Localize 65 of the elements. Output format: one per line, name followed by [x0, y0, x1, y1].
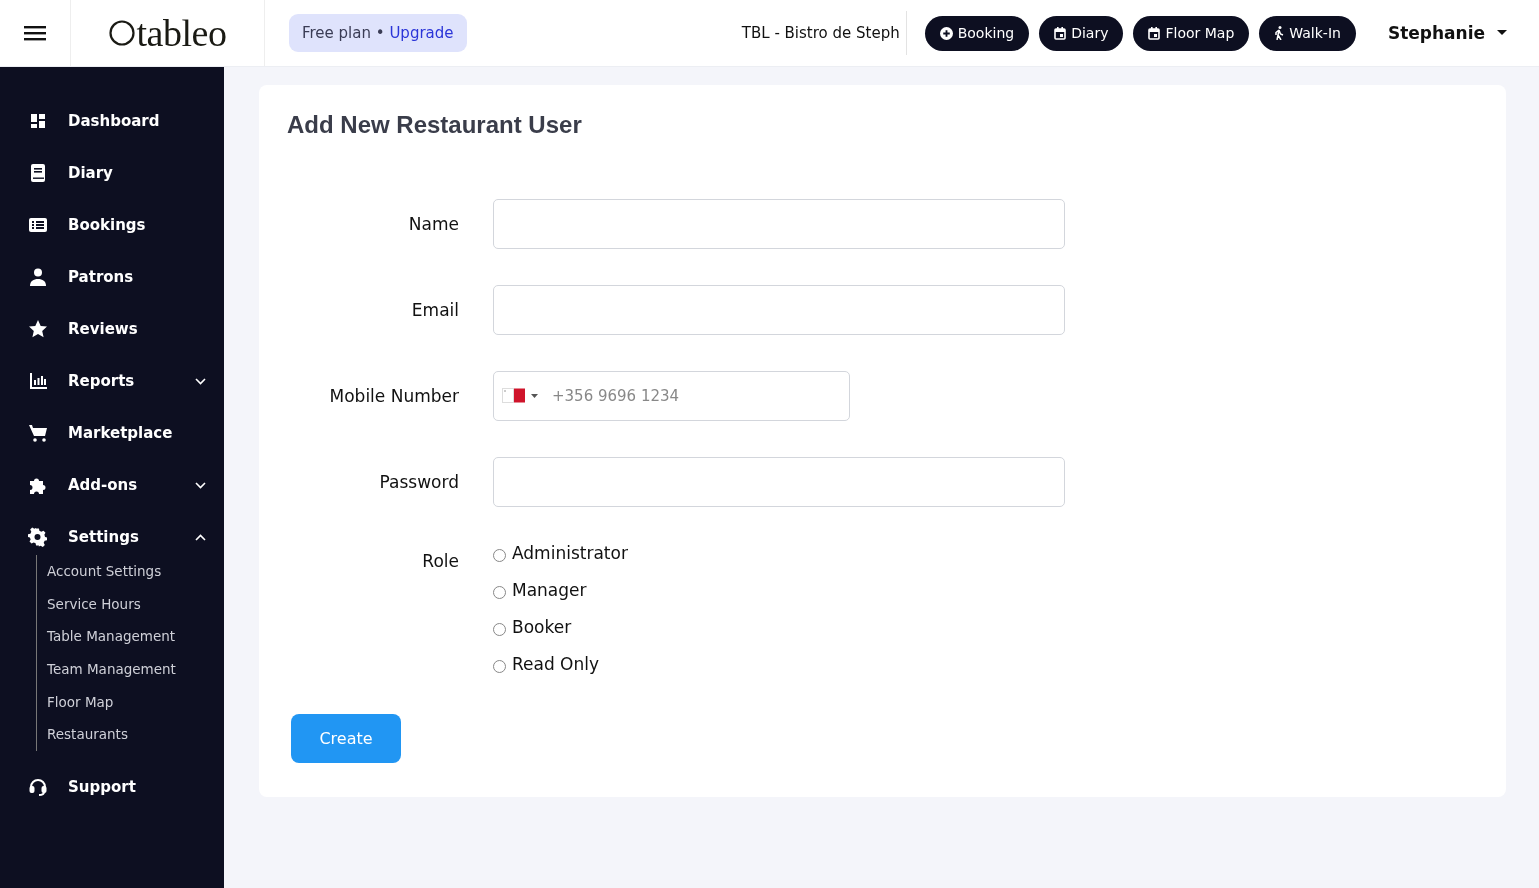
field-label: Password: [378, 472, 459, 492]
radio-label: Administrator: [512, 543, 628, 563]
action-button[interactable]: Floor Map: [1133, 15, 1250, 51]
user-menu[interactable]: Stephanie: [1381, 22, 1513, 44]
restaurant-name[interactable]: TBL - Bistro de Steph: [741, 11, 907, 55]
sidebar-label: Support: [68, 777, 137, 796]
logo-ring-icon: [108, 20, 135, 46]
calendar-icon: [1148, 26, 1161, 40]
field-label: Email: [410, 300, 459, 320]
plan-label: Free plan •: [302, 24, 385, 42]
sidebar-label: Settings: [68, 528, 140, 546]
sidebar-item[interactable]: Support: [0, 760, 224, 813]
headset-icon: [28, 776, 48, 797]
submenu-item[interactable]: Restaurants: [47, 717, 224, 751]
person-icon: [28, 267, 48, 287]
sidebar-label: Bookings: [68, 216, 147, 234]
sidebar-label: Reports: [68, 372, 136, 390]
action-button[interactable]: Booking: [924, 15, 1030, 51]
list-icon: [28, 215, 48, 235]
sidebar-label: Reviews: [68, 320, 139, 338]
page-title: Add New Restaurant User: [287, 111, 583, 139]
input-field[interactable]: [493, 285, 1065, 335]
book-icon: [28, 163, 48, 183]
sidebar-item[interactable]: Bookings: [0, 199, 224, 251]
phone-field[interactable]: +356 9696 1234: [493, 371, 850, 421]
input-field[interactable]: [493, 457, 1065, 507]
flag-icon[interactable]: [502, 388, 526, 403]
field-label: Mobile Number: [328, 386, 459, 406]
sidebar-label: Diary: [68, 164, 114, 182]
bar-chart-icon: [28, 371, 48, 391]
sidebar-item[interactable]: Diary: [0, 147, 224, 199]
submenu-item[interactable]: Table Management: [47, 620, 224, 653]
caret-icon: [1497, 30, 1507, 36]
submenu-item[interactable]: Floor Map: [47, 685, 224, 718]
logo[interactable]: tableo: [136, 11, 227, 55]
sidebar-item[interactable]: Marketplace: [0, 407, 224, 459]
star-icon: [28, 319, 48, 339]
cart-icon: [28, 423, 48, 443]
walking-person-icon: [1274, 26, 1285, 40]
action-button[interactable]: Walk-In: [1259, 15, 1356, 51]
upgrade-link[interactable]: Upgrade: [389, 24, 454, 42]
sidebar-label: Marketplace: [68, 424, 174, 442]
radio-label: Manager: [512, 580, 587, 600]
submenu-item[interactable]: Team Management: [47, 652, 224, 686]
calendar-icon: [1054, 26, 1067, 40]
sidebar-item[interactable]: Reports: [0, 355, 224, 407]
caret-icon: [531, 393, 538, 398]
sidebar-item[interactable]: Add-ons: [0, 459, 224, 511]
dashboard-icon: [28, 111, 48, 131]
radio-label: Read Only: [512, 654, 600, 674]
plus-circle-icon: [939, 26, 953, 40]
input-field[interactable]: [493, 199, 1065, 249]
menu-icon[interactable]: [24, 25, 46, 41]
field-label: Name: [407, 214, 459, 234]
sidebar-label: Add-ons: [68, 476, 139, 494]
settings-icon: [28, 527, 48, 547]
sidebar-item[interactable]: Dashboard: [0, 95, 224, 147]
sidebar-label: Patrons: [68, 268, 135, 286]
action-button[interactable]: Diary: [1039, 15, 1124, 51]
submenu-item[interactable]: Service Hours: [47, 587, 224, 621]
sidebar-item[interactable]: Patrons: [0, 251, 224, 303]
field-label: Role: [421, 551, 459, 571]
sidebar-label: Dashboard: [68, 112, 161, 130]
sidebar-item[interactable]: Reviews: [0, 303, 224, 355]
radio-label: Booker: [512, 617, 572, 637]
